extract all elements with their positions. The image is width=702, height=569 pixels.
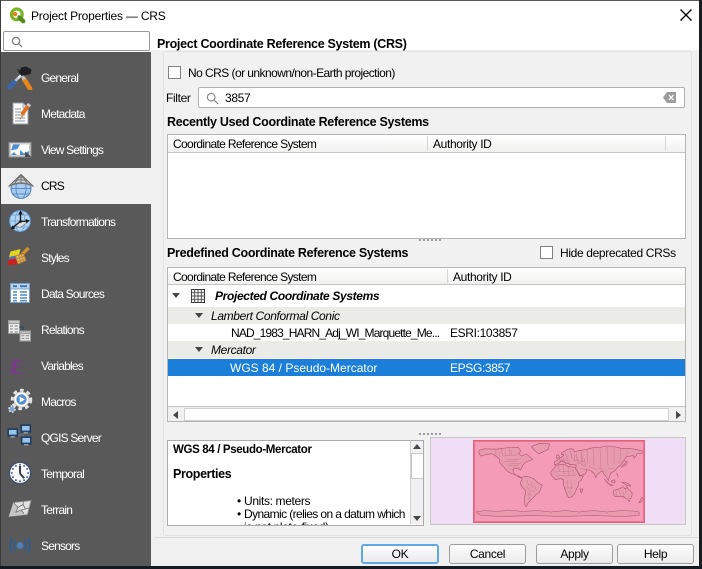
- svg-text:ε: ε: [10, 352, 23, 378]
